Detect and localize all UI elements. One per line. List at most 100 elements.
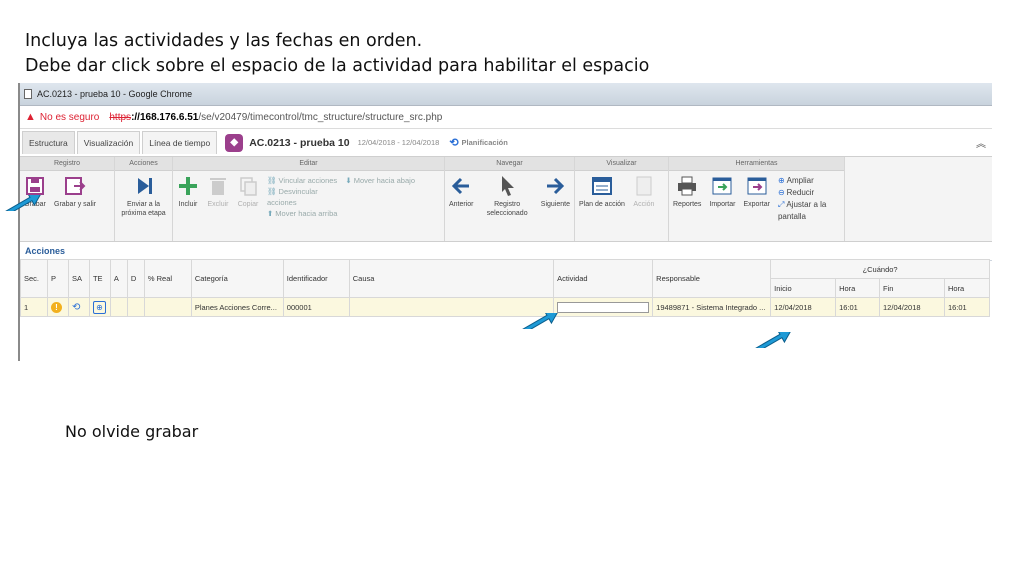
- cursor-icon: [496, 175, 518, 197]
- incluir-button[interactable]: Incluir: [173, 175, 203, 219]
- window-titlebar: AC.0213 - prueba 10 - Google Chrome: [20, 83, 992, 106]
- col-te[interactable]: TE: [88, 259, 111, 298]
- printer-icon: [676, 175, 698, 197]
- col-actividad[interactable]: Actividad: [553, 259, 654, 298]
- col-hora-inicio[interactable]: Hora: [835, 278, 881, 298]
- col-causa[interactable]: Causa: [348, 259, 555, 298]
- vincular-button[interactable]: ⛓ Vincular acciones: [267, 175, 337, 186]
- siguiente-button[interactable]: Siguiente: [537, 175, 574, 218]
- ampliar-button[interactable]: ⊕ Ampliar: [778, 175, 836, 187]
- col-categoria[interactable]: Categoría: [190, 259, 284, 298]
- window-title: AC.0213 - prueba 10 - Google Chrome: [37, 89, 193, 99]
- actividad-input[interactable]: [557, 301, 650, 313]
- zoom-out-icon: ⊖: [777, 188, 785, 197]
- cell-p: !: [46, 297, 69, 317]
- address-bar[interactable]: ▲ No es seguro https://168.176.6.51/se/v…: [20, 106, 992, 129]
- importar-label: Importar: [709, 201, 736, 208]
- group-visualizar: Visualizar Plan de acción Acción: [575, 157, 669, 241]
- ajustar-button[interactable]: ⤢ Ajustar a la pantalla: [778, 199, 836, 223]
- tab-linea-de-tiempo[interactable]: Línea de tiempo: [142, 131, 218, 154]
- reducir-button[interactable]: ⊖ Reducir: [778, 187, 836, 199]
- app-header: ◆ AC.0213 - prueba 10 12/04/2018 - 12/04…: [225, 133, 508, 152]
- arrow-down-icon: ⬇: [345, 176, 352, 185]
- cell-hora-fin[interactable]: 16:01: [943, 297, 991, 317]
- reportes-button[interactable]: Reportes: [669, 175, 705, 223]
- app-tab-bar: Estructura Visualización Línea de tiempo…: [20, 129, 992, 157]
- excluir-button[interactable]: Excluir: [203, 175, 233, 219]
- registro-seleccionado-button[interactable]: Registro seleccionado: [478, 175, 537, 218]
- pointer-arrow-icon: [754, 332, 793, 348]
- plus-icon: [177, 175, 199, 197]
- enviar-etapa-button[interactable]: Enviar a la próxima etapa: [115, 175, 172, 218]
- vincular-label: Vincular acciones: [278, 176, 338, 185]
- col-identificador[interactable]: Identificador: [282, 259, 350, 298]
- instruction-line-2: Debe dar click sobre el espacio de la ac…: [25, 56, 650, 76]
- sync-icon: ⟲: [71, 301, 81, 313]
- move-down-column: ⬇ Mover hacia abajo: [341, 175, 419, 219]
- col-responsable[interactable]: Responsable: [652, 259, 772, 298]
- copiar-label: Copiar: [237, 201, 259, 208]
- col-inicio[interactable]: Inicio: [770, 278, 837, 298]
- fit-screen-icon: ⤢: [777, 200, 785, 209]
- url-path: /se/v20479/timecontrol/tmc_structure/str…: [198, 111, 443, 123]
- group-herramientas: Herramientas Reportes Importar Exportar …: [669, 157, 845, 241]
- cell-identificador: 000001: [282, 297, 350, 317]
- col-p[interactable]: P: [46, 259, 69, 298]
- ribbon-toolbar: Registro Grabar Grabar y salir Acciones …: [20, 157, 992, 242]
- anterior-button[interactable]: Anterior: [445, 175, 478, 218]
- url-host: ://168.176.6.51: [131, 111, 199, 123]
- url-scheme: https: [109, 111, 132, 123]
- grabar-y-salir-label: Grabar y salir: [54, 201, 97, 208]
- mover-abajo-button[interactable]: ⬇ Mover hacia abajo: [345, 175, 415, 186]
- group-editar: Editar Incluir Excluir Copiar ⛓ Vincular …: [173, 157, 445, 241]
- trash-icon: [207, 175, 229, 197]
- mover-arriba-button[interactable]: ⬆ Mover hacia arriba: [267, 208, 337, 219]
- table-row[interactable]: 1 ! ⟲ ⊕ Planes Acciones Corre... 000001 …: [20, 297, 991, 317]
- col-d[interactable]: D: [126, 259, 145, 298]
- col-fin[interactable]: Fin: [879, 278, 945, 298]
- footer-note: No olvide grabar: [65, 422, 199, 441]
- cell-sa[interactable]: ⟲: [67, 297, 90, 317]
- copy-icon: [237, 175, 259, 197]
- instruction-line-1: Incluya las actividades y las fechas en …: [25, 31, 423, 51]
- planificacion-link[interactable]: ⟲ Planificación: [449, 136, 507, 149]
- col-a[interactable]: A: [109, 259, 128, 298]
- exportar-button[interactable]: Exportar: [739, 175, 773, 223]
- excluir-label: Excluir: [207, 201, 229, 208]
- col-sec[interactable]: Sec.: [20, 259, 48, 298]
- cell-a: [109, 297, 128, 317]
- plan-de-accion-button[interactable]: Plan de acción: [575, 175, 629, 210]
- next-stage-icon: [133, 175, 155, 197]
- collapse-ribbon-icon[interactable]: ︽: [976, 135, 986, 150]
- group-acciones: Acciones Enviar a la próxima etapa: [115, 157, 173, 241]
- group-editar-header: Editar: [173, 157, 444, 171]
- importar-button[interactable]: Importar: [705, 175, 739, 223]
- reducir-label: Reducir: [786, 188, 815, 197]
- zoom-in-icon: ⊕: [777, 176, 785, 185]
- group-visualizar-header: Visualizar: [575, 157, 668, 171]
- copiar-button[interactable]: Copiar: [233, 175, 263, 219]
- save-icon: [24, 175, 46, 197]
- export-icon: [746, 175, 768, 197]
- col-sa[interactable]: SA: [67, 259, 90, 298]
- cell-real: [143, 297, 192, 317]
- cell-te[interactable]: ⊕: [88, 297, 111, 317]
- security-label[interactable]: No es seguro: [40, 112, 99, 123]
- cell-sec: 1: [20, 297, 48, 317]
- reportes-label: Reportes: [673, 201, 702, 208]
- tab-visualizacion[interactable]: Visualización: [76, 131, 141, 154]
- browser-window: AC.0213 - prueba 10 - Google Chrome ▲ No…: [18, 83, 992, 361]
- cell-hora-inicio[interactable]: 16:01: [835, 297, 881, 317]
- action-icon: [633, 175, 655, 197]
- cell-inicio[interactable]: 12/04/2018: [770, 297, 837, 317]
- accion-button[interactable]: Acción: [629, 175, 659, 210]
- cell-fin[interactable]: 12/04/2018: [879, 297, 945, 317]
- tab-estructura[interactable]: Estructura: [22, 131, 75, 154]
- group-registro-header: Registro: [20, 157, 114, 171]
- grabar-y-salir-button[interactable]: Grabar y salir: [50, 175, 100, 210]
- cell-actividad[interactable]: [553, 297, 654, 317]
- col-hora-fin[interactable]: Hora: [943, 278, 991, 298]
- cell-responsable: 19489871 - Sistema Integrado ...: [652, 297, 772, 317]
- desvincular-button[interactable]: ⛓ Desvincular acciones: [267, 186, 327, 208]
- col-real[interactable]: % Real: [143, 259, 192, 298]
